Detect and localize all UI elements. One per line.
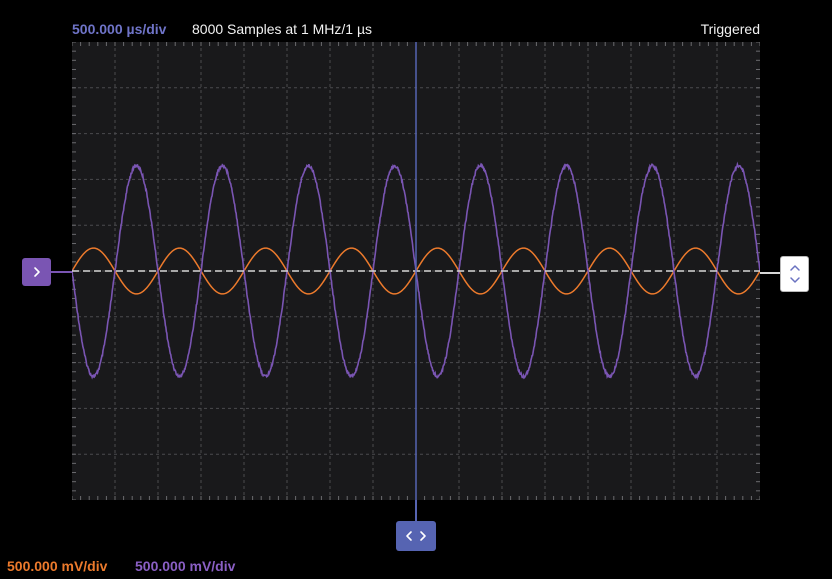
waveform-canvas[interactable] — [72, 42, 760, 500]
waveform-plot[interactable] — [72, 42, 760, 500]
channel-1-scale-label[interactable]: 500.000 mV/div — [7, 557, 107, 575]
timebase-label[interactable]: 500.000 µs/div — [72, 20, 166, 38]
chevron-left-right-icon — [406, 531, 426, 541]
trigger-level-connector — [760, 272, 780, 274]
time-cursor-connector — [415, 500, 417, 521]
channel-2-scale-label[interactable]: 500.000 mV/div — [135, 557, 235, 575]
sample-info-label: 8000 Samples at 1 MHz/1 µs — [192, 21, 373, 37]
time-position-handle[interactable] — [396, 521, 436, 551]
cursors[interactable] — [72, 42, 760, 500]
trigger-status-label: Triggered — [700, 21, 760, 37]
chevron-up-down-icon — [789, 265, 800, 283]
oscilloscope-view: 500.000 µs/div 8000 Samples at 1 MHz/1 µ… — [0, 0, 832, 579]
chevron-right-icon — [33, 267, 40, 277]
channel-offset-handle[interactable] — [22, 258, 51, 286]
trigger-level-handle[interactable] — [780, 256, 809, 292]
channel-offset-connector — [51, 271, 72, 273]
